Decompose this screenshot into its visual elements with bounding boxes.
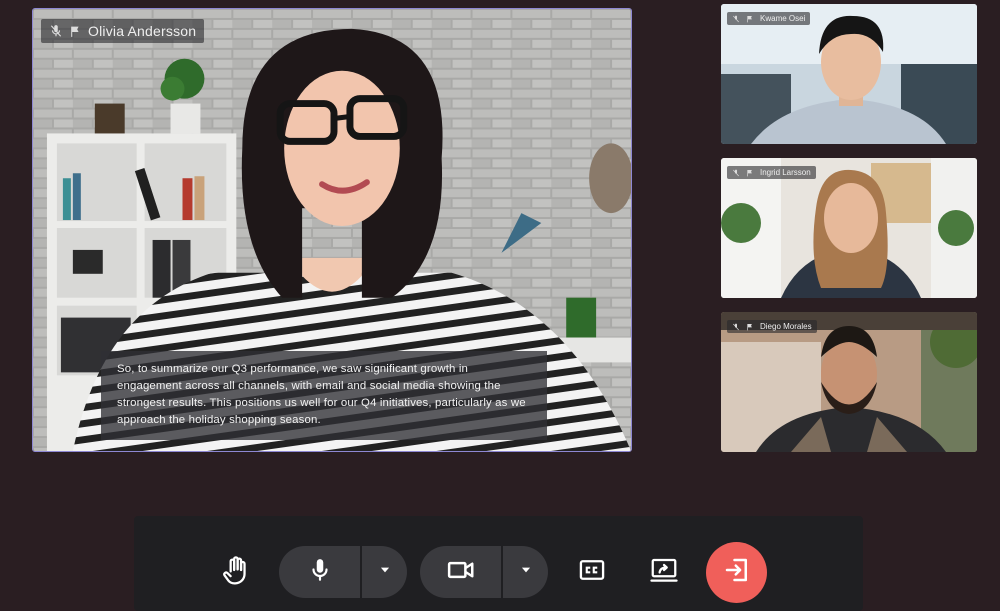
speaker-name: Olivia Andersson — [88, 23, 197, 39]
participant-name: Ingrid Larsson — [760, 168, 811, 177]
participant-name: Diego Morales — [760, 322, 812, 331]
flag-icon — [746, 169, 754, 177]
mic-icon — [307, 557, 333, 588]
video-icon — [446, 555, 476, 590]
microphone-options-button[interactable] — [362, 546, 407, 598]
camera-control — [420, 546, 548, 598]
mic-off-icon — [49, 24, 63, 38]
hand-icon — [220, 554, 252, 591]
leave-icon — [722, 555, 752, 590]
caret-down-icon — [378, 563, 392, 582]
participant-tile[interactable]: Ingrid Larsson — [721, 158, 977, 298]
present-screen-icon — [649, 555, 679, 590]
mic-off-icon — [732, 15, 740, 23]
flag-icon — [746, 15, 754, 23]
captions-button[interactable] — [570, 546, 614, 598]
microphone-control — [279, 546, 407, 598]
camera-options-button[interactable] — [503, 546, 548, 598]
camera-toggle-button[interactable] — [420, 546, 501, 598]
mic-off-icon — [732, 169, 740, 177]
participant-name: Kwame Osei — [760, 14, 806, 23]
caret-down-icon — [519, 563, 533, 582]
participant-name-tag: Ingrid Larsson — [727, 166, 816, 179]
participant-tile[interactable]: Kwame Osei — [721, 4, 977, 144]
participant-video-frame — [721, 4, 977, 144]
participant-name-tag: Kwame Osei — [727, 12, 811, 25]
main-video-tile[interactable]: Olivia Andersson So, to summarize our Q3… — [32, 8, 632, 452]
live-caption: So, to summarize our Q3 performance, we … — [101, 351, 547, 440]
participant-video-frame — [721, 312, 977, 452]
flag-icon — [746, 323, 754, 331]
raise-hand-button[interactable] — [216, 546, 256, 598]
flag-icon — [69, 25, 82, 38]
microphone-toggle-button[interactable] — [279, 546, 360, 598]
leave-call-button[interactable] — [706, 542, 767, 603]
present-screen-button[interactable] — [642, 546, 686, 598]
participant-video-frame — [721, 158, 977, 298]
call-control-bar — [134, 516, 863, 611]
participant-tile[interactable]: Diego Morales — [721, 312, 977, 452]
cc-icon — [578, 556, 606, 589]
mic-off-icon — [732, 323, 740, 331]
participant-name-tag: Diego Morales — [727, 320, 817, 333]
speaker-name-tag: Olivia Andersson — [41, 19, 205, 43]
